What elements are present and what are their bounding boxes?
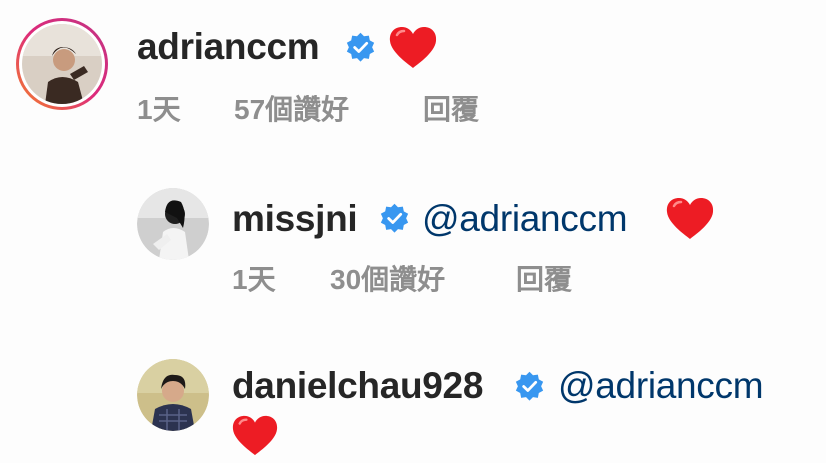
reply-button[interactable]: 回覆 bbox=[516, 260, 572, 300]
avatar-danielchau928[interactable] bbox=[137, 359, 209, 431]
reply-button[interactable]: 回覆 bbox=[423, 90, 479, 130]
red-heart-icon bbox=[230, 414, 280, 463]
verified-badge-icon bbox=[514, 371, 545, 407]
comment-meta-missjni: 1天 30個讚好 回覆 bbox=[232, 260, 632, 300]
avatar-adrianccm[interactable] bbox=[14, 16, 110, 112]
mention-link[interactable]: @adrianccm bbox=[422, 194, 628, 244]
mention-link[interactable]: @adrianccm bbox=[558, 361, 764, 411]
comment-time: 1天 bbox=[232, 264, 276, 295]
comment-missjni: missjni @adrianccm 1天 30個讚好 回覆 bbox=[0, 170, 826, 310]
red-heart-icon bbox=[387, 25, 439, 76]
comment-danielchau928: danielchau928 @adrianccm bbox=[0, 345, 826, 463]
avatar-missjni[interactable] bbox=[137, 188, 209, 260]
comment-meta-adrianccm: 1天 57個讚好 回覆 bbox=[137, 90, 537, 130]
like-count[interactable]: 30個讚好 bbox=[330, 260, 445, 300]
red-heart-icon bbox=[664, 196, 716, 247]
like-count[interactable]: 57個讚好 bbox=[234, 90, 349, 130]
verified-badge-icon bbox=[379, 203, 410, 239]
username-missjni[interactable]: missjni bbox=[232, 194, 358, 244]
comment-time: 1天 bbox=[137, 94, 181, 125]
username-adrianccm[interactable]: adrianccm bbox=[137, 22, 320, 72]
username-danielchau928[interactable]: danielchau928 bbox=[232, 361, 483, 411]
comment-adrianccm: adrianccm 1天 57個讚好 回覆 bbox=[0, 0, 826, 140]
comments-section: adrianccm 1天 57個讚好 回覆 missjni @adrianccm… bbox=[0, 0, 826, 463]
verified-badge-icon bbox=[345, 32, 376, 68]
